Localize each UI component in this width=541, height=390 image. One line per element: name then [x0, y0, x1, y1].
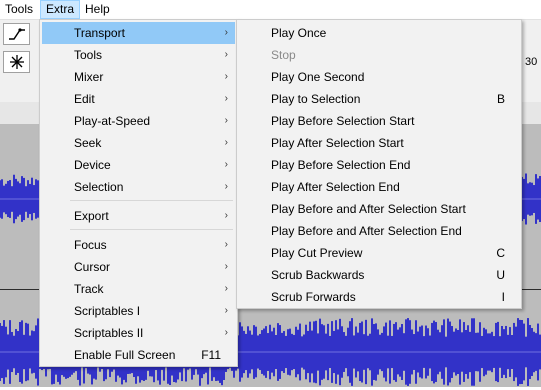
extra-menu-item-play-at-speed[interactable]: Play-at-Speed ›	[42, 110, 235, 132]
chevron-right-icon: ›	[224, 239, 228, 250]
extra-menu-item-selection[interactable]: Selection ›	[42, 176, 235, 198]
toolbar-readout: 30	[525, 56, 538, 68]
menu-item-label: Scriptables I	[74, 304, 141, 318]
extra-menu-item-export[interactable]: Export ›	[42, 205, 235, 227]
extra-menu-item-seek[interactable]: Seek ›	[42, 132, 235, 154]
extra-menu-item-scriptables-i[interactable]: Scriptables I ›	[42, 300, 235, 322]
transport-item-play-after-selection-end[interactable]: Play After Selection End	[239, 176, 519, 198]
chevron-right-icon: ›	[224, 137, 228, 148]
transport-item-play-after-selection-start[interactable]: Play After Selection Start	[239, 132, 519, 154]
chevron-right-icon: ›	[224, 305, 228, 316]
menu-item-label: Play Before and After Selection End	[271, 224, 462, 238]
menu-item-label: Play to Selection	[271, 92, 361, 106]
chevron-right-icon: ›	[224, 93, 228, 104]
menu-tools[interactable]: Tools	[0, 0, 38, 19]
menu-item-shortcut: U	[496, 268, 505, 282]
extra-menu: Transport › Tools › Mixer › Edit › Play-at-Speed…	[39, 19, 238, 367]
chevron-right-icon: ›	[224, 49, 228, 60]
menu-separator	[70, 200, 233, 201]
menu-item-label: Mixer	[74, 70, 104, 84]
extra-menu-item-transport[interactable]: Transport ›	[42, 22, 235, 44]
transport-item-scrub-forwards[interactable]: Scrub Forwards I	[239, 286, 519, 308]
menu-item-label: Scrub Backwards	[271, 268, 365, 282]
transport-item-stop[interactable]: Stop	[239, 44, 519, 66]
menu-item-label: Enable Full Screen	[74, 348, 176, 362]
extra-menu-item-mixer[interactable]: Mixer ›	[42, 66, 235, 88]
menu-item-label: Export	[74, 209, 109, 223]
extra-menu-item-tools[interactable]: Tools ›	[42, 44, 235, 66]
chevron-right-icon: ›	[224, 261, 228, 272]
transport-item-play-cut-preview[interactable]: Play Cut Preview C	[239, 242, 519, 264]
transport-item-play-before-selection-end[interactable]: Play Before Selection End	[239, 154, 519, 176]
extra-menu-item-track[interactable]: Track ›	[42, 278, 235, 300]
menu-item-shortcut: I	[501, 290, 505, 304]
menu-item-label: Cursor	[74, 260, 111, 274]
menu-item-label: Play After Selection Start	[271, 136, 404, 150]
transport-item-play-once[interactable]: Play Once	[239, 22, 519, 44]
menu-item-label: Device	[74, 158, 111, 172]
transport-item-play-before-selection-start[interactable]: Play Before Selection Start	[239, 110, 519, 132]
menu-item-label: Focus	[74, 238, 107, 252]
chevron-right-icon: ›	[224, 283, 228, 294]
menu-item-label: Edit	[74, 92, 95, 106]
menu-item-label: Transport	[74, 26, 125, 40]
menubar: Tools Extra Help	[0, 0, 541, 20]
draw-tool-icon[interactable]	[3, 23, 30, 45]
transport-item-play-before-and-after-selection-end[interactable]: Play Before and After Selection End	[239, 220, 519, 242]
menu-item-shortcut: B	[496, 92, 505, 106]
chevron-right-icon: ›	[224, 115, 228, 126]
extra-menu-item-cursor[interactable]: Cursor ›	[42, 256, 235, 278]
menu-item-label: Tools	[74, 48, 103, 62]
menu-item-label: Play After Selection End	[271, 180, 400, 194]
extra-menu-item-enable-full-screen[interactable]: Enable Full Screen F11	[42, 344, 235, 366]
transport-item-play-before-and-after-selection-start[interactable]: Play Before and After Selection Start	[239, 198, 519, 220]
transport-item-play-to-selection[interactable]: Play to Selection B	[239, 88, 519, 110]
menu-help[interactable]: Help	[80, 0, 115, 19]
chevron-right-icon: ›	[224, 159, 228, 170]
extra-menu-item-edit[interactable]: Edit ›	[42, 88, 235, 110]
menu-separator	[70, 229, 233, 230]
extra-menu-item-focus[interactable]: Focus ›	[42, 234, 235, 256]
chevron-right-icon: ›	[224, 181, 228, 192]
chevron-right-icon: ›	[224, 71, 228, 82]
menu-item-label: Seek	[74, 136, 102, 150]
menu-item-shortcut: C	[496, 246, 505, 260]
menu-item-label: Play One Second	[271, 70, 365, 84]
menu-item-label: Play-at-Speed	[74, 114, 151, 128]
transport-item-play-one-second[interactable]: Play One Second	[239, 66, 519, 88]
menu-item-label: Stop	[271, 48, 296, 62]
extra-menu-item-device[interactable]: Device ›	[42, 154, 235, 176]
menu-item-label: Selection	[74, 180, 124, 194]
chevron-right-icon: ›	[224, 210, 228, 221]
multi-tool-icon[interactable]	[3, 51, 30, 73]
chevron-right-icon: ›	[224, 327, 228, 338]
menu-item-label: Play Cut Preview	[271, 246, 363, 260]
menu-item-label: Play Before Selection End	[271, 158, 411, 172]
menu-item-label: Scriptables II	[74, 326, 144, 340]
menu-item-label: Play Before and After Selection Start	[271, 202, 466, 216]
chevron-right-icon: ›	[224, 27, 228, 38]
menu-item-label: Track	[74, 282, 104, 296]
transport-item-scrub-backwards[interactable]: Scrub Backwards U	[239, 264, 519, 286]
transport-submenu: Play Once Stop Play One Second Play to Sele…	[236, 19, 522, 309]
menu-item-shortcut: F11	[201, 348, 221, 362]
extra-menu-item-scriptables-ii[interactable]: Scriptables II ›	[42, 322, 235, 344]
menu-item-label: Play Before Selection Start	[271, 114, 415, 128]
menu-item-label: Scrub Forwards	[271, 290, 356, 304]
menu-extra[interactable]: Extra	[40, 0, 81, 19]
menu-item-label: Play Once	[271, 26, 327, 40]
